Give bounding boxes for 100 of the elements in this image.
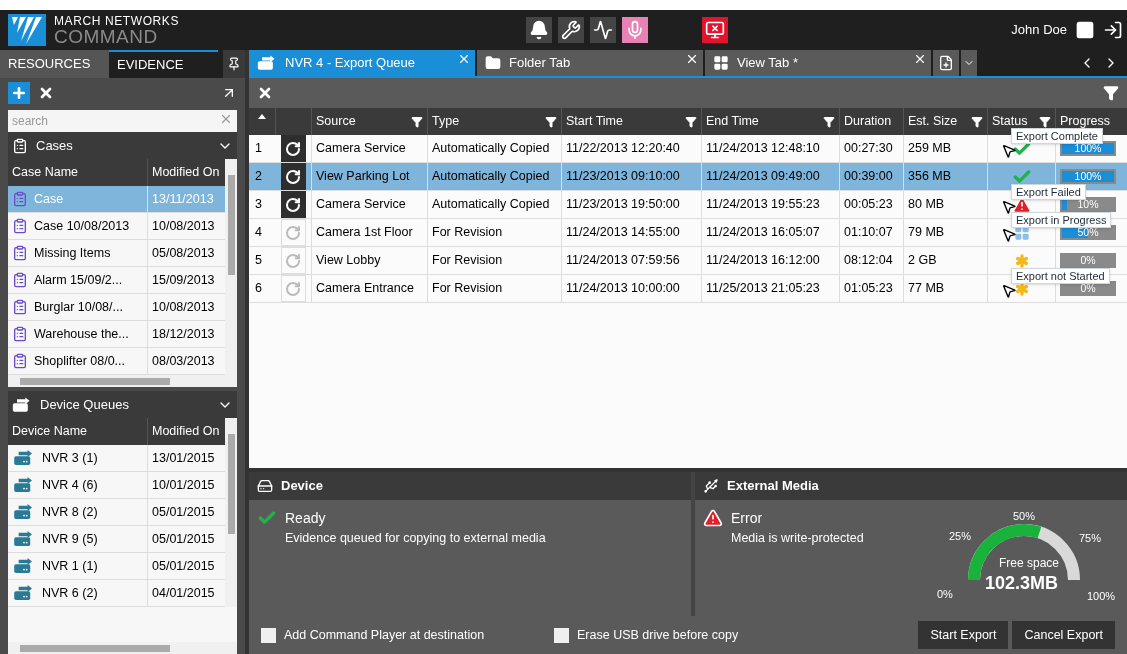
filter-icon — [823, 115, 835, 128]
section-header[interactable]: Device Queues — [8, 391, 237, 418]
logout-icon[interactable] — [1103, 20, 1123, 40]
close-icon[interactable] — [38, 85, 54, 101]
row-date: 08/03/2013 — [151, 352, 216, 370]
column-header[interactable]: Modified On — [148, 159, 225, 186]
progress-label: 100% — [1074, 142, 1102, 156]
new-tab-button[interactable] — [933, 50, 959, 76]
add-button[interactable] — [8, 82, 30, 104]
gauge-tick: 0% — [937, 587, 953, 602]
row-name: NVR 3 (1) — [42, 449, 98, 467]
section-header[interactable]: Cases — [8, 132, 237, 159]
document-tab[interactable]: Folder Tab — [477, 50, 703, 76]
brand-name: MARCH NETWORKS — [54, 14, 180, 27]
close-icon — [457, 52, 471, 66]
table-cell: 11/23/2013 19:50:00 — [561, 191, 701, 218]
list-row[interactable]: Alarm 15/09/2... 15/09/2013 — [8, 267, 225, 294]
alarm-button[interactable] — [526, 17, 552, 43]
table-cell: 11/24/2013 07:59:56 — [561, 247, 701, 274]
table-cell: 11/24/2013 16:05:07 — [701, 219, 839, 246]
panel-title: Device — [281, 477, 323, 496]
list-row[interactable]: NVR 8 (2) 05/01/2015 — [8, 499, 225, 526]
tooltip: Export Complete — [1011, 128, 1103, 144]
list-row[interactable]: NVR 3 (1) 13/01/2015 — [8, 445, 225, 472]
gauge-label: Free space — [999, 555, 1060, 572]
device-alert-button[interactable] — [558, 17, 584, 43]
section-title: Cases — [36, 136, 73, 155]
retry-button[interactable] — [280, 135, 306, 162]
grid-icon — [713, 55, 729, 71]
table-cell: For Revision — [427, 275, 561, 302]
table-cell: 79 MB — [903, 219, 987, 246]
brand-product: COMMAND — [54, 26, 159, 46]
layout-icon[interactable] — [1075, 20, 1095, 40]
folder-icon — [485, 55, 501, 71]
row-name: Burglar 10/08/... — [34, 298, 123, 316]
user-name[interactable]: John Doe — [1011, 20, 1067, 40]
search-field[interactable]: search — [8, 110, 237, 132]
row-number: 6 — [254, 280, 263, 298]
new-page-icon — [938, 55, 954, 71]
panel-tab[interactable]: RESOURCES — [0, 50, 109, 78]
table-cell: 01:10:07 — [839, 219, 903, 246]
row-name: Case — [34, 190, 64, 208]
rotate-icon — [285, 252, 301, 269]
case-icon — [12, 218, 28, 234]
gauge-tick: 75% — [1079, 531, 1102, 546]
document-tab[interactable]: NVR 4 - Export Queue — [249, 50, 475, 76]
horizontal-scrollbar[interactable] — [8, 375, 237, 387]
pulse-icon — [593, 20, 613, 40]
row-name: NVR 6 (2) — [42, 584, 98, 602]
panel-title: External Media — [727, 477, 819, 496]
checkbox[interactable] — [554, 627, 569, 643]
close-icon[interactable] — [257, 85, 273, 101]
table-cell: 11/24/2013 19:55:23 — [701, 191, 839, 218]
progress-label: 100% — [1074, 169, 1102, 184]
list-row[interactable]: NVR 9 (5) 05/01/2015 — [8, 526, 225, 553]
table-cell: 11/22/2013 12:20:40 — [561, 135, 701, 162]
row-number: 1 — [254, 140, 263, 158]
retry-button[interactable] — [280, 163, 306, 190]
table-cell: Camera 1st Floor — [311, 219, 427, 246]
device-state: Ready — [285, 509, 327, 528]
action-button[interactable]: Cancel Export — [1012, 621, 1115, 649]
case-icon — [12, 353, 28, 369]
health-alert-button[interactable] — [590, 17, 616, 43]
action-button[interactable]: Start Export — [918, 621, 1009, 649]
table-cell: 77 MB — [903, 275, 987, 302]
list-row[interactable]: Missing Items 05/08/2013 — [8, 240, 225, 267]
vertical-scrollbar[interactable] — [225, 418, 237, 607]
table-cell: For Revision — [427, 219, 561, 246]
checkbox[interactable] — [261, 627, 276, 643]
row-date: 05/08/2013 — [151, 244, 216, 262]
microphone-icon — [625, 20, 645, 40]
list-row[interactable]: Burglar 10/08/... 10/08/2013 — [8, 294, 225, 321]
vertical-scrollbar[interactable] — [225, 159, 237, 375]
sort-icon[interactable] — [258, 114, 266, 119]
list-row[interactable]: Case 10/08/2013 10/08/2013 — [8, 213, 225, 240]
list-row[interactable]: Warehouse the... 18/12/2013 — [8, 321, 225, 348]
horizontal-scrollbar[interactable] — [8, 642, 237, 654]
disconnect-button[interactable] — [702, 17, 728, 43]
table-cell: 00:27:30 — [839, 135, 903, 162]
table-cell: 80 MB — [903, 191, 987, 218]
case-icon — [12, 299, 28, 315]
document-tab[interactable]: View Tab * — [705, 50, 931, 76]
list-row[interactable]: Shoplifter 08/0... 08/03/2013 — [8, 348, 225, 375]
close-icon — [913, 52, 927, 66]
column-header[interactable]: Modified On — [148, 418, 225, 445]
filter-icon[interactable] — [1103, 85, 1119, 101]
progress-label: 0% — [1080, 281, 1096, 296]
plus-icon — [11, 85, 27, 101]
pin-icon[interactable] — [227, 57, 241, 71]
clear-icon[interactable] — [219, 112, 233, 126]
table-cell: 11/24/2013 12:48:10 — [701, 135, 839, 162]
row-date: 05/01/2015 — [151, 530, 216, 548]
retry-button[interactable] — [280, 191, 306, 218]
queue-icon — [257, 55, 277, 71]
section-title: Device Queues — [40, 395, 129, 414]
logo-icon — [8, 14, 46, 46]
list-row[interactable]: NVR 1 (1) 05/01/2015 — [8, 553, 225, 580]
table-cell: 11/24/2013 14:55:00 — [561, 219, 701, 246]
list-row[interactable]: NVR 6 (2) 04/01/2015 — [8, 580, 225, 607]
list-row[interactable]: NVR 4 (6) 10/01/2015 — [8, 472, 225, 499]
